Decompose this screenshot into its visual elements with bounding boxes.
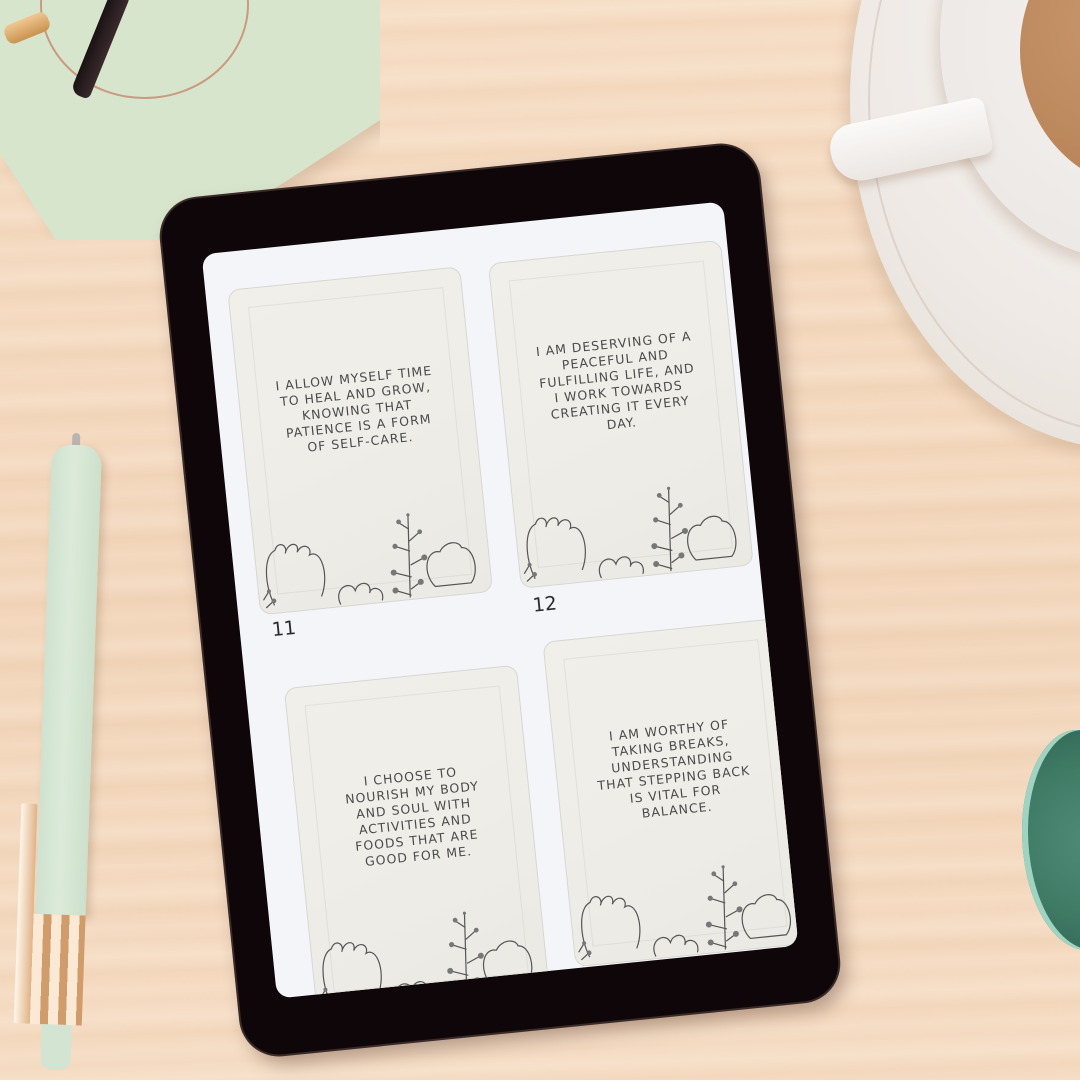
tulip-right: [687, 515, 737, 561]
curl-loops: [598, 556, 644, 579]
tulip-left: [581, 895, 641, 958]
pen-body: [35, 444, 102, 916]
tulip-left: [265, 543, 326, 606]
affirmation-text: I allow myself time to heal and grow, kn…: [274, 362, 433, 455]
tulip-left: [322, 942, 382, 999]
tablet: I allow myself time to heal and grow, kn…: [158, 141, 842, 1059]
card-number-label: 12: [531, 592, 558, 617]
floral-line-art-icon: [263, 513, 476, 609]
tulip-left: [526, 517, 586, 579]
stem: [463, 912, 468, 996]
pen-band: [29, 913, 86, 1026]
pen-end: [40, 1024, 72, 1071]
curl-loops: [653, 934, 699, 957]
succulent-plant: [1022, 730, 1080, 950]
stem: [667, 487, 672, 572]
stem: [407, 514, 411, 598]
curl-loops: [394, 981, 440, 999]
affirmation-text: I am worthy of taking breaks, understand…: [596, 716, 751, 821]
floral-line-art-icon: [523, 486, 737, 582]
tulip-right: [426, 542, 476, 588]
affirmation-card[interactable]: I allow myself time to heal and grow, kn…: [227, 266, 494, 616]
card-number-label: 11: [270, 616, 298, 642]
affirmation-card[interactable]: I am deserving of a peaceful and fulfill…: [487, 239, 754, 589]
affirmation-card[interactable]: I choose to nourish my body and soul wit…: [283, 664, 550, 999]
tulip-right: [483, 940, 533, 986]
tablet-screen[interactable]: I allow myself time to heal and grow, kn…: [201, 201, 799, 999]
affirmation-text: I choose to nourish my body and soul wit…: [344, 764, 480, 869]
affirmation-text: I am deserving of a peaceful and fulfill…: [535, 328, 696, 433]
pen: [13, 432, 106, 1071]
stem: [722, 866, 727, 950]
affirmation-card[interactable]: I am worthy of taking breaks, understand…: [542, 618, 799, 968]
tulip-right: [741, 894, 791, 940]
curl-loops: [338, 582, 384, 605]
floral-line-art-icon: [578, 865, 791, 961]
